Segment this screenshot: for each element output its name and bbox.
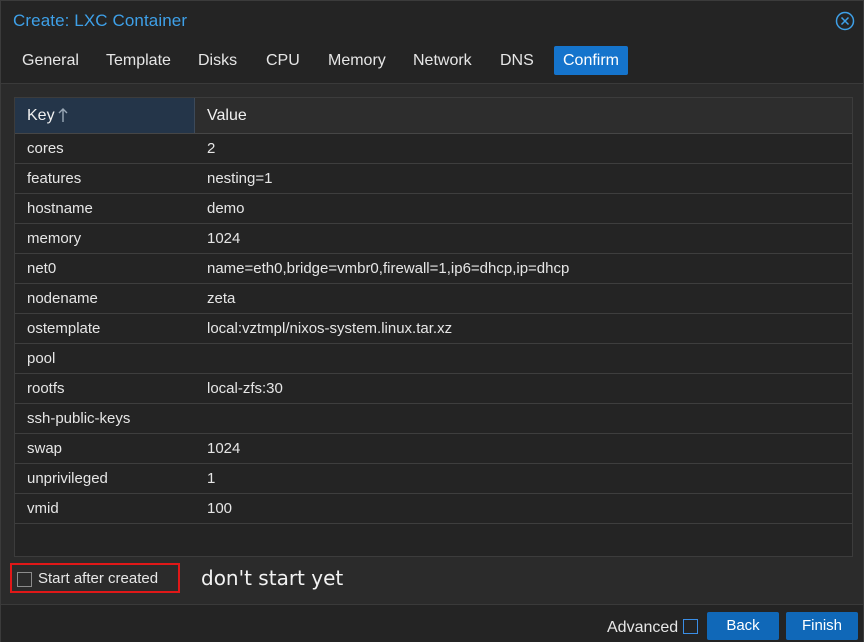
table-row[interactable]: rootfs local-zfs:30 <box>15 374 852 404</box>
row-value: 100 <box>207 500 233 517</box>
row-key: unprivileged <box>27 470 108 487</box>
tab-network[interactable]: Network <box>404 46 481 75</box>
start-after-created-check[interactable] <box>17 572 32 587</box>
row-key: nodename <box>27 290 98 307</box>
tab-cpu[interactable]: CPU <box>257 46 309 75</box>
row-value: local:vztmpl/nixos-system.linux.tar.xz <box>207 320 453 337</box>
tab-memory[interactable]: Memory <box>319 46 395 75</box>
row-key: hostname <box>27 200 93 217</box>
start-after-created-checkbox[interactable]: Start after created <box>10 563 180 593</box>
close-icon[interactable] <box>835 11 855 31</box>
row-value: 2 <box>207 140 216 157</box>
table-row[interactable]: pool <box>15 344 852 374</box>
advanced-label: Advanced <box>607 619 679 636</box>
annotation-note: don't start yet <box>201 566 344 590</box>
table-row[interactable]: swap 1024 <box>15 434 852 464</box>
dialog-footer: Advanced Back Finish <box>1 604 863 642</box>
table-row[interactable]: nodename zeta <box>15 284 852 314</box>
row-key: ostemplate <box>27 320 101 337</box>
row-key: ssh-public-keys <box>27 410 131 427</box>
row-value: name=eth0,bridge=vmbr0,firewall=1,ip6=dh… <box>207 260 570 277</box>
finish-button[interactable]: Finish <box>786 612 858 640</box>
table-row[interactable]: ostemplate local:vztmpl/nixos-system.linu… <box>15 314 852 344</box>
table-row[interactable]: features nesting=1 <box>15 164 852 194</box>
column-header-key[interactable]: Key <box>15 98 195 133</box>
row-value: nesting=1 <box>207 170 273 187</box>
row-key: swap <box>27 440 63 457</box>
tab-disks[interactable]: Disks <box>189 46 246 75</box>
tab-general[interactable]: General <box>13 46 88 75</box>
wizard-tab-bar: General Template Disks CPU Memory Networ… <box>1 41 863 84</box>
row-value: zeta <box>207 290 236 307</box>
column-header-value[interactable]: Value <box>207 107 247 125</box>
column-header-key-label: Key <box>27 107 55 124</box>
row-key: features <box>27 170 82 187</box>
tab-dns[interactable]: DNS <box>491 46 543 75</box>
row-value: 1024 <box>207 230 241 247</box>
row-key: rootfs <box>27 380 65 397</box>
back-button[interactable]: Back <box>707 612 779 640</box>
row-value: local-zfs:30 <box>207 380 283 397</box>
table-row[interactable]: vmid 100 <box>15 494 852 524</box>
arrow-up-icon <box>58 108 68 122</box>
dialog-titlebar[interactable]: Create: LXC Container <box>1 1 863 41</box>
start-after-created-label: Start after created <box>38 570 159 587</box>
advanced-checkbox[interactable] <box>683 619 698 634</box>
row-key: pool <box>27 350 56 367</box>
row-key: memory <box>27 230 82 247</box>
grid-rows: cores 2 features nesting=1 hostname demo me… <box>15 134 852 524</box>
table-row[interactable]: unprivileged 1 <box>15 464 852 494</box>
table-row[interactable]: ssh-public-keys <box>15 404 852 434</box>
grid-header: Key Value <box>15 98 852 134</box>
table-row[interactable]: hostname demo <box>15 194 852 224</box>
dialog-title: Create: LXC Container <box>13 11 188 30</box>
row-value: 1 <box>207 470 216 487</box>
row-value: 1024 <box>207 440 241 457</box>
row-value: demo <box>207 200 245 217</box>
row-key: cores <box>27 140 64 157</box>
tab-confirm[interactable]: Confirm <box>554 46 629 75</box>
table-row[interactable]: memory 1024 <box>15 224 852 254</box>
confirm-summary-grid: Key Value cores 2 features nesting=1 hostn… <box>14 97 853 557</box>
tab-template[interactable]: Template <box>97 46 180 75</box>
create-lxc-dialog: Create: LXC Container General Template D… <box>0 0 864 642</box>
row-key: net0 <box>27 260 57 277</box>
table-row[interactable]: net0 name=eth0,bridge=vmbr0,firewall=1,ip… <box>15 254 852 284</box>
table-row[interactable]: cores 2 <box>15 134 852 164</box>
row-key: vmid <box>27 500 59 517</box>
